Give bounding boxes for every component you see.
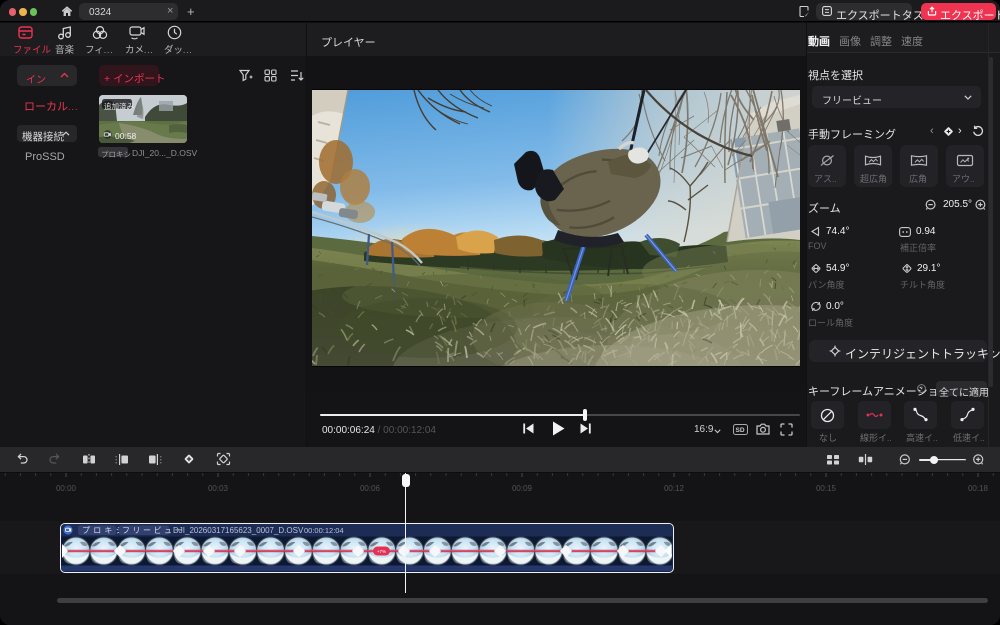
svg-text:00:00:12:04: 00:00:12:04 [304, 526, 344, 535]
svg-text:00:03: 00:03 [208, 484, 229, 493]
svg-text:+7%: +7% [377, 549, 386, 554]
svg-text:?: ? [920, 387, 923, 393]
svg-text:00:18: 00:18 [968, 484, 989, 493]
svg-text:00:12: 00:12 [664, 484, 685, 493]
svg-text:00:00: 00:00 [56, 484, 77, 493]
svg-text:00:09: 00:09 [512, 484, 533, 493]
svg-text:00:06: 00:06 [360, 484, 381, 493]
svg-text:00:15: 00:15 [816, 484, 837, 493]
svg-text:DJI_20260317165623_0007_D.OSV: DJI_20260317165623_0007_D.OSV [173, 526, 304, 535]
